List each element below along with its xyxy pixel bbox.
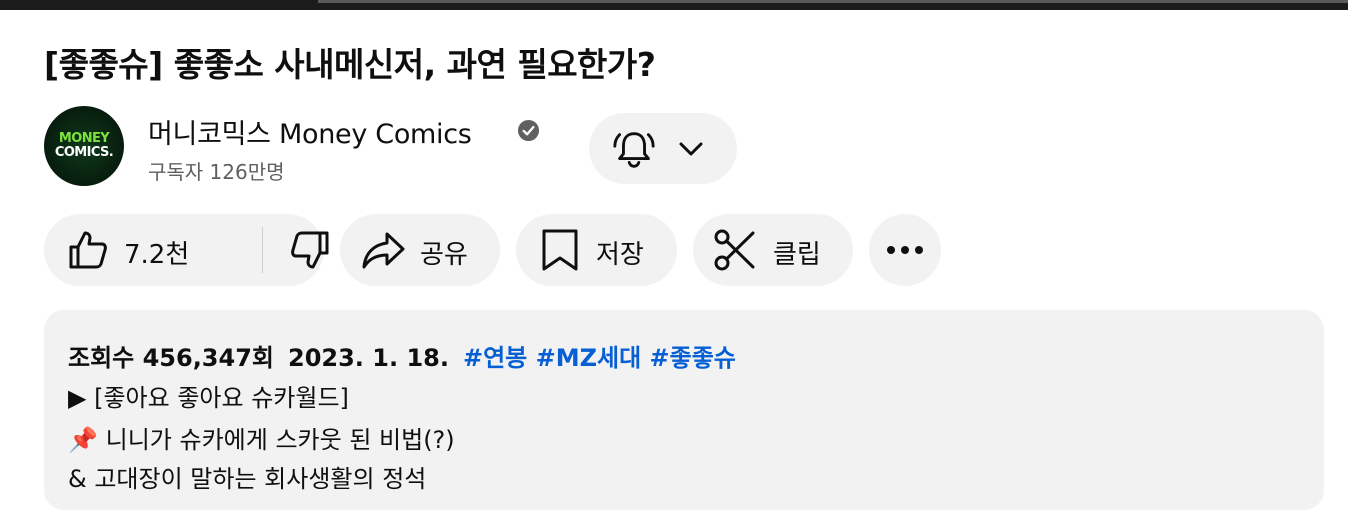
like-count[interactable]: 7.2천	[124, 234, 189, 271]
share-arrow-icon	[362, 232, 405, 269]
bell-ringing-icon	[613, 132, 655, 168]
hashtag-link[interactable]: #MZ세대	[536, 344, 642, 372]
description-line: & 고대장이 말하는 회사생활의 정석	[68, 459, 426, 494]
video-title: [좋좋슈] 좋좋소 사내메신저, 과연 필요한가?	[44, 45, 656, 84]
description-line: ▶ [좋아요 좋아요 슈카월드]	[68, 378, 349, 413]
channel-avatar[interactable]: MONEY COMICS.	[44, 106, 124, 186]
play-marker: ▶	[68, 384, 87, 412]
like-divider	[262, 227, 263, 273]
avatar-logo-money: MONEY	[58, 131, 110, 146]
channel-name[interactable]: 머니코믹스 Money Comics	[148, 112, 472, 151]
pushpin-icon: 📌	[68, 426, 98, 454]
chevron-down-icon	[679, 142, 703, 156]
save-button[interactable]: 저장	[516, 214, 677, 286]
description-text: 니니가 슈카에게 스카웃 된 비법(?)	[105, 426, 455, 454]
like-dislike-group: 7.2천	[44, 214, 329, 286]
video-player-bottom-edge	[0, 0, 1348, 10]
share-label: 공유	[420, 240, 468, 270]
upload-date: 2023. 1. 18.	[288, 344, 449, 372]
clip-label: 클립	[773, 240, 821, 270]
description-meta: 조회수 456,347회 2023. 1. 18. #연봉 #MZ세대 #좋좋슈	[68, 338, 736, 373]
thumbs-up-icon[interactable]	[66, 228, 110, 272]
more-horizontal-icon	[887, 246, 923, 254]
save-label: 저장	[596, 240, 644, 270]
hashtag-link[interactable]: #연봉	[463, 344, 527, 372]
description-text: [좋아요 좋아요 슈카월드]	[94, 384, 349, 412]
clip-button[interactable]: 클립	[693, 214, 853, 286]
video-frame-edge	[318, 0, 1348, 3]
share-button[interactable]: 공유	[340, 214, 500, 286]
avatar-logo-comics: COMICS.	[54, 145, 114, 160]
view-count: 조회수 456,347회	[68, 344, 274, 372]
thumbs-down-icon[interactable]	[288, 228, 332, 272]
more-actions-button[interactable]	[869, 214, 941, 286]
bookmark-icon	[542, 229, 578, 271]
description-line: 📌 니니가 슈카에게 스카웃 된 비법(?)	[68, 420, 455, 455]
notification-button[interactable]	[589, 113, 737, 184]
verified-check-icon	[517, 119, 540, 142]
scissors-icon	[714, 229, 755, 271]
description-text: & 고대장이 말하는 회사생활의 정석	[68, 465, 427, 493]
subscriber-count: 구독자 126만명	[148, 160, 285, 184]
hashtag-link[interactable]: #좋좋슈	[650, 344, 736, 372]
